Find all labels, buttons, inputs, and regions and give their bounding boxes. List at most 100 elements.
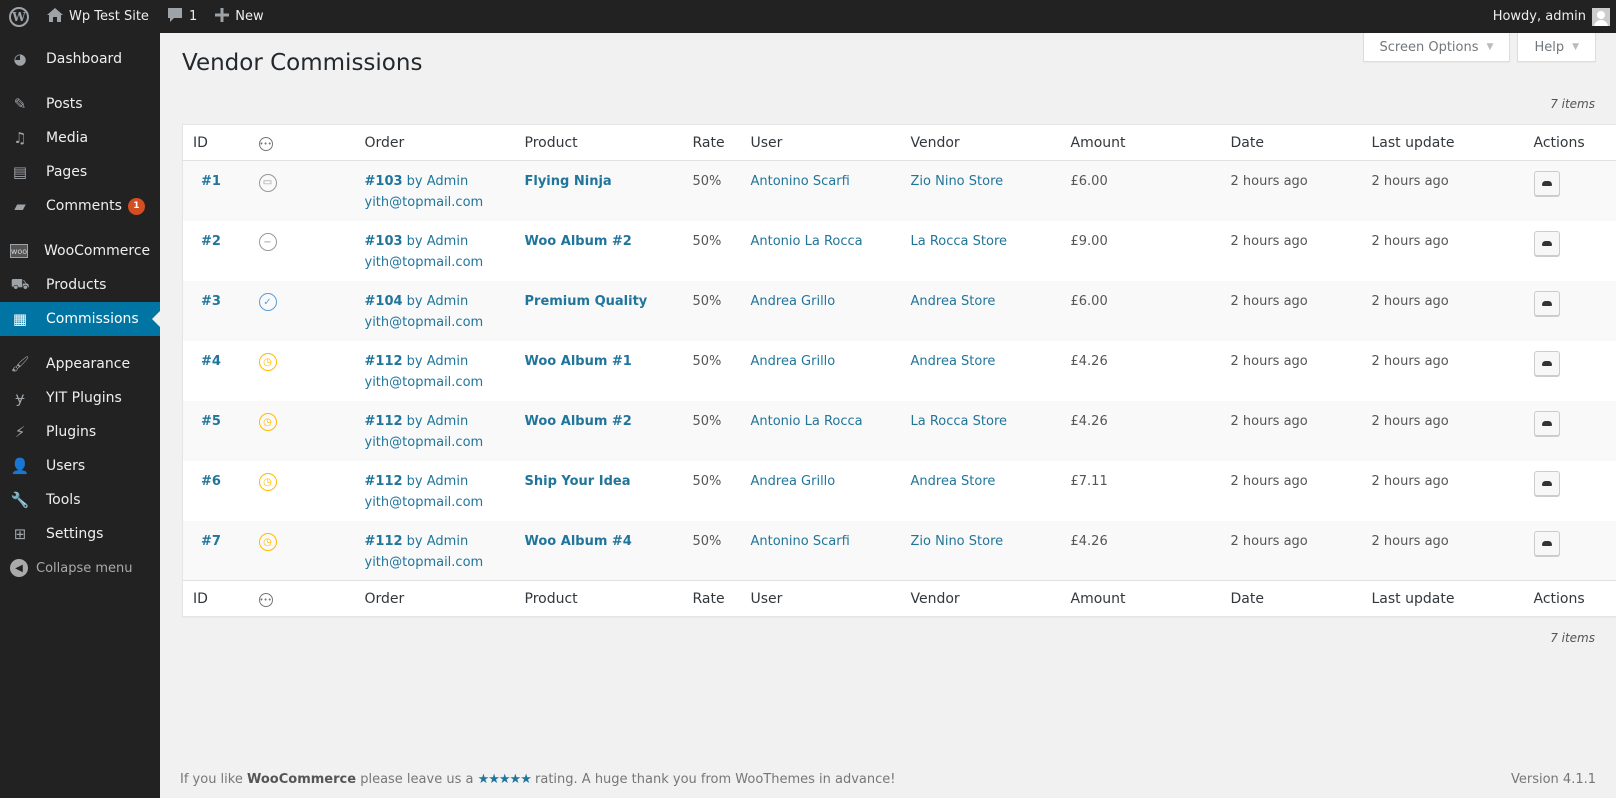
view-button[interactable] bbox=[1533, 470, 1560, 496]
vendor-link[interactable]: Andrea Store bbox=[911, 294, 996, 309]
product-link[interactable]: Ship Your Idea bbox=[525, 474, 631, 489]
column-header-status[interactable]: ••• bbox=[244, 124, 355, 161]
user-link[interactable]: Antonio La Rocca bbox=[751, 414, 863, 429]
sidebar-item-settings[interactable]: ⊞ Settings bbox=[0, 517, 160, 551]
order-link[interactable]: #104 bbox=[365, 294, 403, 309]
rating-stars-link[interactable]: ★★★★★ bbox=[478, 772, 532, 787]
sidebar-item-users[interactable]: 👤 Users bbox=[0, 449, 160, 483]
commission-id-link[interactable]: #2 bbox=[193, 231, 221, 252]
user-link[interactable]: Andrea Grillo bbox=[751, 474, 836, 489]
sidebar-item-yit-plugins[interactable]: ɏ YIT Plugins bbox=[0, 381, 160, 415]
order-customer-link[interactable]: by Admin bbox=[407, 354, 469, 369]
view-button[interactable] bbox=[1533, 171, 1560, 196]
view-button[interactable] bbox=[1533, 350, 1560, 376]
sidebar-item-comments[interactable]: ▰ Comments 1 bbox=[0, 189, 160, 223]
vendor-link[interactable]: La Rocca Store bbox=[911, 234, 1008, 249]
column-footer-user[interactable]: User bbox=[740, 580, 901, 617]
order-link[interactable]: #112 bbox=[365, 534, 403, 549]
column-footer-vendor[interactable]: Vendor bbox=[900, 580, 1061, 617]
column-footer-date[interactable]: Date bbox=[1220, 580, 1362, 617]
sidebar-item-woocommerce[interactable]: woo WooCommerce bbox=[0, 234, 160, 268]
order-link[interactable]: #103 bbox=[365, 174, 403, 189]
user-link[interactable]: Andrea Grillo bbox=[751, 294, 836, 309]
view-button[interactable] bbox=[1533, 290, 1560, 316]
column-footer-last-update[interactable]: Last update bbox=[1361, 580, 1524, 617]
sidebar-item-plugins[interactable]: ⚡ Plugins bbox=[0, 415, 160, 449]
column-footer-product[interactable]: Product bbox=[514, 580, 683, 617]
user-link[interactable]: Antonino Scarfi bbox=[751, 174, 850, 189]
vendor-link[interactable]: Zio Nino Store bbox=[911, 174, 1004, 189]
order-email-link[interactable]: yith@topmail.com bbox=[365, 435, 484, 450]
commission-id-link[interactable]: #7 bbox=[193, 531, 221, 552]
order-link[interactable]: #103 bbox=[365, 234, 403, 249]
column-header-amount[interactable]: Amount bbox=[1060, 124, 1221, 161]
order-customer-link[interactable]: by Admin bbox=[407, 294, 469, 309]
order-customer-link[interactable]: by Admin bbox=[407, 414, 469, 429]
screen-options-button[interactable]: Screen Options ▼ bbox=[1362, 33, 1511, 62]
column-header-id[interactable]: ID bbox=[182, 124, 245, 161]
order-link[interactable]: #112 bbox=[365, 414, 403, 429]
commission-id-link[interactable]: #4 bbox=[193, 351, 221, 372]
sidebar-item-products[interactable]: ⛟ Products bbox=[0, 268, 160, 302]
order-customer-link[interactable]: by Admin bbox=[407, 174, 469, 189]
cell-amount: £4.26 bbox=[1061, 341, 1221, 401]
column-footer-order[interactable]: Order bbox=[354, 580, 515, 617]
commission-id-link[interactable]: #3 bbox=[193, 291, 221, 312]
commission-id-link[interactable]: #6 bbox=[193, 471, 221, 492]
view-button[interactable] bbox=[1533, 410, 1560, 436]
product-link[interactable]: Premium Quality bbox=[525, 294, 648, 309]
my-account-menu[interactable]: Howdy, admin bbox=[1484, 0, 1616, 33]
commission-id-link[interactable]: #5 bbox=[193, 411, 221, 432]
vendor-link[interactable]: La Rocca Store bbox=[911, 414, 1008, 429]
new-content-link[interactable]: New bbox=[206, 0, 272, 33]
order-link[interactable]: #112 bbox=[365, 354, 403, 369]
order-link[interactable]: #112 bbox=[365, 474, 403, 489]
vendor-link[interactable]: Andrea Store bbox=[911, 474, 996, 489]
column-header-vendor[interactable]: Vendor bbox=[900, 124, 1061, 161]
order-customer-link[interactable]: by Admin bbox=[407, 534, 469, 549]
order-email-link[interactable]: yith@topmail.com bbox=[365, 315, 484, 330]
column-header-date[interactable]: Date bbox=[1220, 124, 1362, 161]
order-email-link[interactable]: yith@topmail.com bbox=[365, 555, 484, 570]
user-link[interactable]: Andrea Grillo bbox=[751, 354, 836, 369]
sidebar-item-tools[interactable]: 🔧 Tools bbox=[0, 483, 160, 517]
sidebar-item-dashboard[interactable]: ◕ Dashboard bbox=[0, 42, 160, 76]
column-footer-status[interactable]: ••• bbox=[244, 580, 355, 617]
wp-logo-menu[interactable]: W bbox=[0, 0, 38, 33]
view-button[interactable] bbox=[1533, 230, 1560, 256]
site-name-link[interactable]: Wp Test Site bbox=[38, 0, 158, 33]
user-link[interactable]: Antonino Scarfi bbox=[751, 534, 850, 549]
comments-link[interactable]: 1 bbox=[158, 0, 206, 33]
vendor-link[interactable]: Zio Nino Store bbox=[911, 534, 1004, 549]
vendor-link[interactable]: Andrea Store bbox=[911, 354, 996, 369]
order-email-link[interactable]: yith@topmail.com bbox=[365, 375, 484, 390]
column-footer-id[interactable]: ID bbox=[182, 580, 245, 617]
collapse-menu-button[interactable]: ◀ Collapse menu bbox=[0, 551, 160, 585]
order-email-link[interactable]: yith@topmail.com bbox=[365, 495, 484, 510]
product-link[interactable]: Flying Ninja bbox=[525, 174, 612, 189]
order-email-link[interactable]: yith@topmail.com bbox=[365, 255, 484, 270]
commission-id-link[interactable]: #1 bbox=[193, 171, 221, 192]
product-link[interactable]: Woo Album #2 bbox=[525, 414, 632, 429]
order-customer-link[interactable]: by Admin bbox=[407, 234, 469, 249]
column-header-last-update[interactable]: Last update bbox=[1361, 124, 1524, 161]
column-header-product[interactable]: Product bbox=[514, 124, 683, 161]
sidebar-item-appearance[interactable]: 🖌 Appearance bbox=[0, 347, 160, 381]
order-customer-link[interactable]: by Admin bbox=[407, 474, 469, 489]
column-header-rate[interactable]: Rate bbox=[682, 124, 741, 161]
column-header-user[interactable]: User bbox=[740, 124, 901, 161]
column-footer-rate[interactable]: Rate bbox=[682, 580, 741, 617]
order-email-link[interactable]: yith@topmail.com bbox=[365, 195, 484, 210]
column-footer-amount[interactable]: Amount bbox=[1060, 580, 1221, 617]
product-link[interactable]: Woo Album #2 bbox=[525, 234, 632, 249]
column-header-order[interactable]: Order bbox=[354, 124, 515, 161]
product-link[interactable]: Woo Album #1 bbox=[525, 354, 632, 369]
sidebar-item-media[interactable]: ♫ Media bbox=[0, 121, 160, 155]
view-button[interactable] bbox=[1533, 530, 1560, 556]
sidebar-item-posts[interactable]: ✎ Posts bbox=[0, 87, 160, 121]
product-link[interactable]: Woo Album #4 bbox=[525, 534, 632, 549]
user-link[interactable]: Antonio La Rocca bbox=[751, 234, 863, 249]
sidebar-item-pages[interactable]: ▤ Pages bbox=[0, 155, 160, 189]
sidebar-item-commissions[interactable]: ▦ Commissions bbox=[0, 302, 160, 336]
help-button[interactable]: Help ▼ bbox=[1517, 33, 1596, 62]
